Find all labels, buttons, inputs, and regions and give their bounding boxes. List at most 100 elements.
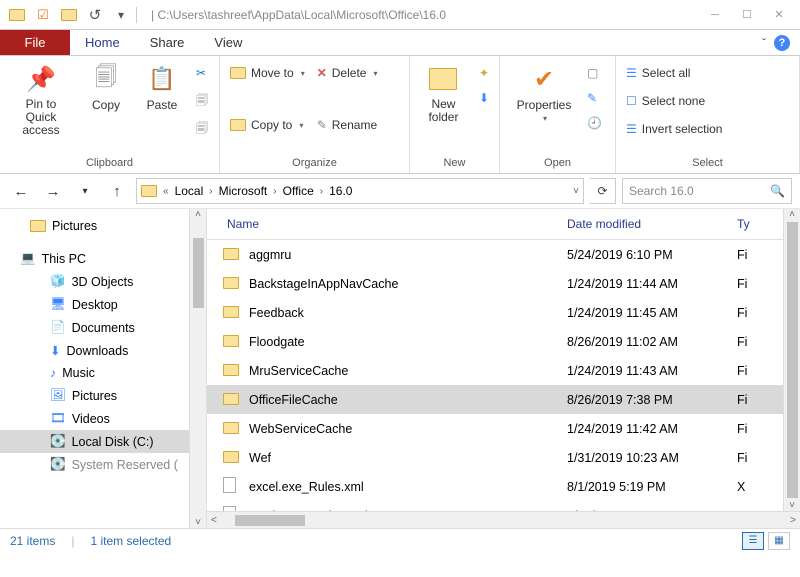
rename-button[interactable]: ✎Rename <box>317 114 378 136</box>
navigation-pane[interactable]: Pictures 💻This PC 🧊 3D Objects 🖥Desktop 📄… <box>0 209 207 528</box>
scroll-right-icon[interactable]: ˃ <box>790 515 796 526</box>
scroll-down-icon[interactable]: ˅ <box>789 500 795 511</box>
back-button[interactable]: ← <box>8 178 34 204</box>
file-name: WebServiceCache <box>249 422 567 436</box>
file-row[interactable]: Wef1/31/2019 10:23 AMFi <box>207 443 800 472</box>
scroll-thumb[interactable] <box>235 515 305 526</box>
crumb-local[interactable]: Local <box>171 182 208 200</box>
scroll-thumb[interactable] <box>193 238 204 308</box>
close-button[interactable]: ✕ <box>764 1 794 29</box>
file-scrollbar-horizontal[interactable]: ˂ ˃ <box>207 511 800 528</box>
view-tab[interactable]: View <box>199 30 257 55</box>
easy-access-button[interactable]: ⬇ <box>479 87 489 109</box>
delete-button[interactable]: ✕Delete▾ <box>317 62 378 84</box>
folder-icon <box>141 185 157 197</box>
home-tab[interactable]: Home <box>70 30 135 55</box>
status-selected: 1 item selected <box>90 534 171 548</box>
scroll-up-icon[interactable]: ˄ <box>789 209 795 220</box>
invert-selection-button[interactable]: ☰Invert selection <box>626 118 722 140</box>
file-row[interactable]: excel.exe_Rules.xml8/1/2019 5:19 PMX <box>207 472 800 501</box>
file-name: excel.exe_Rules.xml <box>249 480 567 494</box>
refresh-button[interactable]: ⟳ <box>590 178 616 204</box>
history-button[interactable]: 🕘 <box>587 112 602 134</box>
select-all-button[interactable]: ☰Select all <box>626 62 722 84</box>
copy-to-icon <box>230 119 246 131</box>
details-view-button[interactable]: ☰ <box>742 532 764 550</box>
nav-desktop[interactable]: 🖥Desktop <box>0 293 206 316</box>
nav-music[interactable]: ♪Music <box>0 362 206 384</box>
paste-button[interactable]: 📋 Paste <box>140 62 184 112</box>
scroll-down-icon[interactable]: ˅ <box>195 517 201 528</box>
videos-icon: 🎞 <box>50 411 66 426</box>
nav-pictures2[interactable]: 🖼Pictures <box>0 384 206 407</box>
icons-view-button[interactable]: ▦ <box>768 532 790 550</box>
recent-locations-button[interactable]: ▾ <box>72 178 98 204</box>
crumb-16[interactable]: 16.0 <box>325 182 356 200</box>
properties-button[interactable]: ✔ Properties ▾ <box>513 62 575 123</box>
delete-label: Delete <box>332 66 367 80</box>
pin-quick-access-button[interactable]: 📌 Pin to Quick access <box>10 62 72 138</box>
nav-system-reserved[interactable]: 💽System Reserved ( <box>0 453 206 476</box>
file-row[interactable]: aggmru5/24/2019 6:10 PMFi <box>207 240 800 269</box>
qat-open-icon[interactable] <box>58 4 80 26</box>
file-row[interactable]: Feedback1/24/2019 11:45 AMFi <box>207 298 800 327</box>
scroll-left-icon[interactable]: ˂ <box>211 515 217 526</box>
file-row[interactable]: MruServiceCache1/24/2019 11:43 AMFi <box>207 356 800 385</box>
qat-undo-icon[interactable]: ↺ <box>84 4 106 26</box>
nav-local-disk[interactable]: 💽Local Disk (C:) <box>0 430 206 453</box>
folder-icon <box>223 334 243 350</box>
copy-button[interactable]: 🗐 Copy <box>84 62 128 112</box>
chevron-down-icon[interactable]: ˅ <box>573 186 579 197</box>
up-button[interactable]: ↑ <box>104 178 130 204</box>
nav-thispc[interactable]: 💻This PC <box>0 247 206 270</box>
new-folder-button[interactable]: New folder <box>420 62 467 124</box>
nav-pictures[interactable]: Pictures <box>0 215 206 237</box>
search-input[interactable]: Search 16.0 🔍 <box>622 178 792 204</box>
file-tab[interactable]: File <box>0 30 70 55</box>
scroll-up-icon[interactable]: ˄ <box>195 209 201 220</box>
file-row[interactable]: BackstageInAppNavCache1/24/2019 11:44 AM… <box>207 269 800 298</box>
help-icon[interactable]: ? <box>774 35 790 51</box>
file-date: 8/26/2019 7:38 PM <box>567 393 737 407</box>
collapse-ribbon-icon[interactable]: ˇ <box>762 36 766 50</box>
file-row[interactable]: Floodgate8/26/2019 11:02 AMFi <box>207 327 800 356</box>
nav-3d-objects[interactable]: 🧊 3D Objects <box>0 270 206 293</box>
move-to-button[interactable]: Move to▾ <box>230 62 305 84</box>
folder-icon[interactable] <box>6 4 28 26</box>
scroll-thumb[interactable] <box>787 222 798 498</box>
nav-videos[interactable]: 🎞Videos <box>0 407 206 430</box>
paste-shortcut-button[interactable]: 🗐 <box>196 118 208 140</box>
edit-button[interactable]: ✎ <box>587 87 602 109</box>
rename-label: Rename <box>332 118 377 132</box>
3d-icon: 🧊 <box>50 274 66 289</box>
file-row[interactable]: OfficeFileCache8/26/2019 7:38 PMFi <box>207 385 800 414</box>
file-date: 8/1/2019 5:19 PM <box>567 480 737 494</box>
column-date[interactable]: Date modified <box>567 217 737 231</box>
maximize-button[interactable]: ☐ <box>732 1 762 29</box>
new-item-button[interactable]: ✦ <box>479 62 489 84</box>
breadcrumb[interactable]: « Local› Microsoft› Office› 16.0 ˅ <box>136 178 584 204</box>
minimize-button[interactable]: ─ <box>700 1 730 29</box>
nav-label: 3D Objects <box>72 275 134 289</box>
select-none-button[interactable]: ☐Select none <box>626 90 722 112</box>
copy-to-label: Copy to <box>251 118 292 132</box>
forward-button[interactable]: → <box>40 178 66 204</box>
file-date: 1/31/2019 10:23 AM <box>567 451 737 465</box>
copy-path-button[interactable]: 🗐 <box>196 90 208 112</box>
share-tab[interactable]: Share <box>135 30 200 55</box>
nav-downloads[interactable]: ⬇Downloads <box>0 339 206 362</box>
nav-scrollbar[interactable]: ˄ ˅ <box>189 209 206 528</box>
crumb-microsoft[interactable]: Microsoft <box>215 182 272 200</box>
cut-button[interactable]: ✂ <box>196 62 208 84</box>
file-row[interactable]: WebServiceCache1/24/2019 11:42 AMFi <box>207 414 800 443</box>
copy-to-button[interactable]: Copy to▾ <box>230 114 305 136</box>
open-button[interactable]: ▢ <box>587 62 602 84</box>
column-name[interactable]: Name <box>207 217 567 231</box>
qat-properties-icon[interactable]: ☑ <box>32 4 54 26</box>
nav-documents[interactable]: 📄Documents <box>0 316 206 339</box>
file-list-pane[interactable]: Name Date modified Ty aggmru5/24/2019 6:… <box>207 209 800 528</box>
qat-customize-icon[interactable]: ▾ <box>110 4 132 26</box>
file-scrollbar-vertical[interactable]: ˄ ˅ <box>783 209 800 511</box>
crumb-office[interactable]: Office <box>279 182 318 200</box>
scissors-icon: ✂ <box>196 66 206 80</box>
